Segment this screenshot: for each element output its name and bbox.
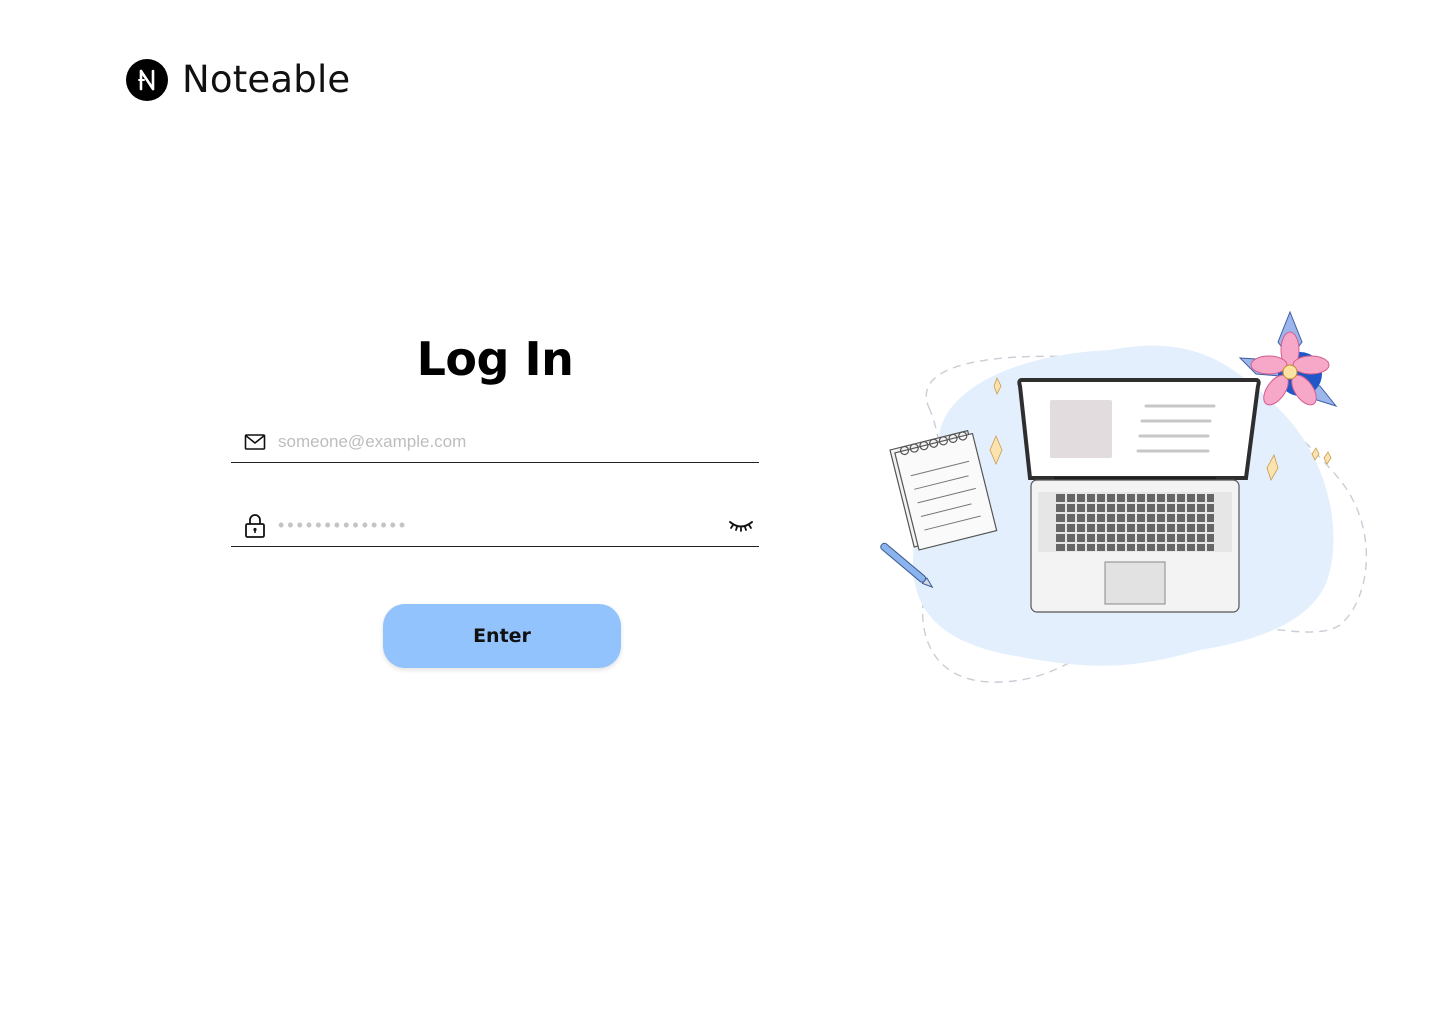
- lock-icon: [242, 513, 268, 539]
- password-field: [231, 506, 759, 547]
- brand-logo[interactable]: Noteable: [126, 58, 350, 101]
- noteable-logo-icon: [126, 58, 168, 101]
- password-input[interactable]: [278, 511, 727, 541]
- page-title: Log In: [416, 332, 574, 386]
- email-field: [231, 422, 759, 463]
- eye-closed-icon[interactable]: [727, 516, 755, 536]
- email-input[interactable]: [278, 427, 759, 457]
- brand-name: Noteable: [182, 58, 351, 101]
- login-page: Noteable Log In Enter: [0, 0, 1441, 1024]
- envelope-icon: [242, 429, 268, 455]
- enter-button[interactable]: Enter: [383, 604, 621, 668]
- laptop-illustration: [880, 310, 1367, 683]
